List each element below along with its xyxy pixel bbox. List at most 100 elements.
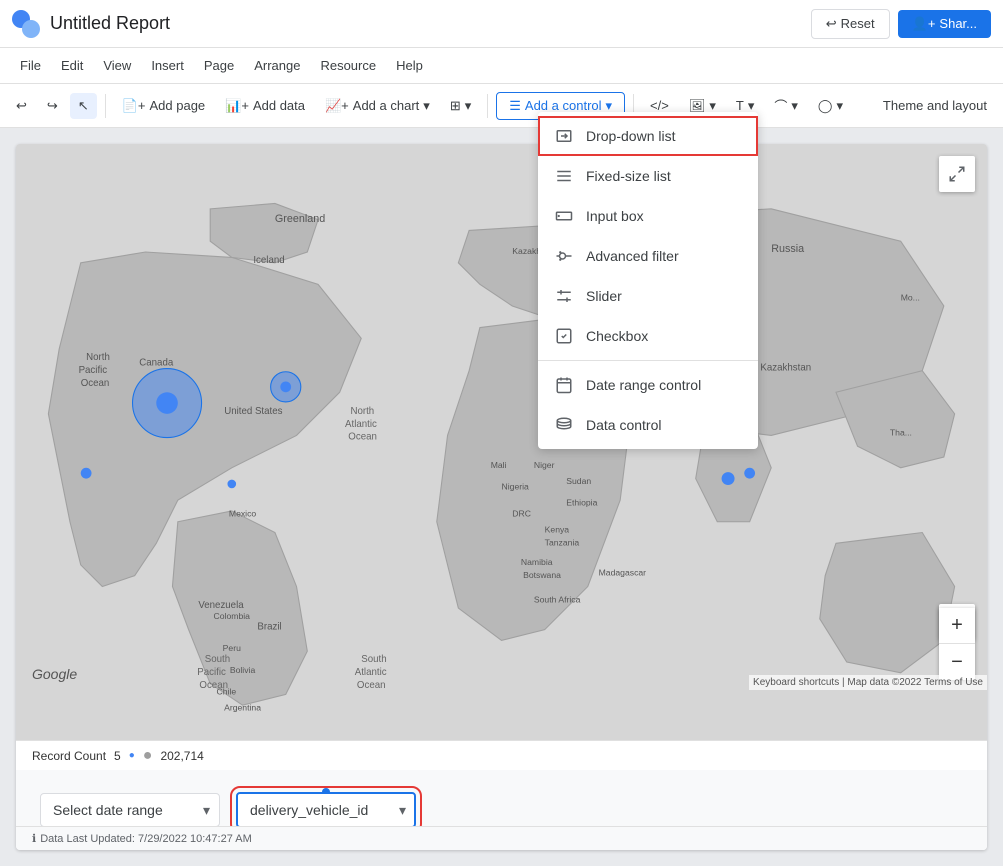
menu-item-dropdown-list[interactable]: Drop-down list (538, 116, 758, 156)
shape2-button[interactable]: ◯ ▾ (810, 93, 851, 119)
record-count-label: Record Count (32, 749, 106, 763)
delivery-control-wrapper: delivery_vehicle_id (236, 792, 416, 828)
fixed-size-list-icon (554, 166, 574, 186)
map-zoom-controls: + − (939, 608, 975, 680)
add-page-button[interactable]: 📄+ Add page (114, 93, 213, 119)
menu-help[interactable]: Help (388, 54, 431, 77)
shape-button[interactable]: ⌒ ▾ (766, 91, 806, 120)
menu-file[interactable]: File (12, 54, 49, 77)
undo-icon: ↩ (16, 98, 27, 114)
svg-text:Pacific: Pacific (79, 365, 108, 376)
menu-item-slider[interactable]: Slider (538, 276, 758, 316)
code-icon: </> (650, 98, 669, 113)
input-box-icon (554, 206, 574, 226)
svg-text:Canada: Canada (139, 357, 174, 368)
svg-text:Sudan: Sudan (566, 476, 591, 486)
shape2-icon: ◯ (818, 98, 833, 114)
menu-page[interactable]: Page (196, 54, 242, 77)
svg-text:United States: United States (224, 406, 282, 417)
share-icon: 👤+ (912, 16, 936, 32)
svg-text:Botswana: Botswana (523, 570, 561, 580)
map-area: Canada United States Mexico Venezuela Co… (16, 144, 987, 770)
input-box-label: Input box (586, 208, 644, 224)
toolbar: ↩ ↪ ↖ 📄+ Add page 📊+ Add data 📈+ Add a c… (0, 84, 1003, 128)
add-chart-icon: 📈+ (325, 98, 349, 114)
svg-text:Ocean: Ocean (357, 680, 386, 691)
cursor-icon: ↖ (78, 98, 89, 114)
svg-text:Ocean: Ocean (199, 680, 228, 691)
fixed-size-list-label: Fixed-size list (586, 168, 671, 184)
reset-icon: ↩ (826, 16, 837, 32)
svg-text:Tha...: Tha... (890, 427, 912, 437)
svg-text:Atlantic: Atlantic (355, 667, 387, 678)
dropdown-list-icon (554, 126, 574, 146)
main-content: Canada United States Mexico Venezuela Co… (0, 128, 1003, 866)
slider-icon (554, 286, 574, 306)
add-component-icon: ⊞ (450, 98, 461, 114)
svg-text:Kenya: Kenya (545, 525, 570, 535)
menu-resource[interactable]: Resource (312, 54, 384, 77)
menu-view[interactable]: View (95, 54, 139, 77)
date-range-select[interactable]: Select date range (40, 793, 220, 827)
date-range-control-label: Date range control (586, 377, 701, 393)
shape2-chevron: ▾ (836, 98, 843, 114)
svg-text:Greenland: Greenland (275, 213, 325, 225)
map-expand-button[interactable] (939, 156, 975, 192)
menu-item-fixed-size-list[interactable]: Fixed-size list (538, 156, 758, 196)
menu-item-input-box[interactable]: Input box (538, 196, 758, 236)
app-logo (12, 10, 40, 38)
delivery-vehicle-control[interactable]: delivery_vehicle_id (236, 792, 416, 828)
checkbox-icon (554, 326, 574, 346)
svg-text:Iceland: Iceland (253, 255, 284, 266)
data-last-updated: Data Last Updated: 7/29/2022 10:47:27 AM (40, 833, 252, 845)
menu-arrange[interactable]: Arrange (246, 54, 308, 77)
report-canvas: Canada United States Mexico Venezuela Co… (16, 144, 987, 850)
add-chart-button[interactable]: 📈+ Add a chart ▾ (317, 93, 438, 119)
add-data-button[interactable]: 📊+ Add data (217, 93, 313, 119)
menu-item-advanced-filter[interactable]: Advanced filter (538, 236, 758, 276)
svg-text:Madagascar: Madagascar (599, 568, 647, 578)
svg-text:Mexico: Mexico (229, 508, 257, 518)
title-bar-actions: ↩ Reset 👤+ Shar... (811, 9, 991, 39)
dropdown-list-label: Drop-down list (586, 128, 675, 144)
select-tool-button[interactable]: ↖ (70, 93, 97, 119)
add-component-button[interactable]: ⊞ ▾ (442, 93, 479, 119)
shape-icon: ⌒ (774, 96, 787, 115)
reset-button[interactable]: ↩ Reset (811, 9, 890, 39)
menu-item-data-control[interactable]: Data control (538, 405, 758, 445)
menu-item-checkbox[interactable]: Checkbox (538, 316, 758, 356)
menu-insert[interactable]: Insert (143, 54, 192, 77)
svg-text:Namibia: Namibia (521, 557, 553, 567)
svg-text:Mali: Mali (491, 460, 507, 470)
toolbar-divider-2 (487, 94, 488, 118)
svg-text:North: North (86, 352, 110, 363)
undo-button[interactable]: ↩ (8, 93, 35, 119)
svg-text:Kazakhstan: Kazakhstan (760, 363, 811, 374)
redo-icon: ↪ (47, 98, 58, 114)
map-legend: Record Count 5 ● ● 202,714 (16, 740, 987, 770)
svg-text:Peru: Peru (223, 643, 241, 653)
slider-label: Slider (586, 288, 622, 304)
shape-chevron: ▾ (791, 98, 798, 114)
redo-button[interactable]: ↪ (39, 93, 66, 119)
share-button[interactable]: 👤+ Shar... (898, 10, 991, 38)
svg-text:Ocean: Ocean (81, 378, 110, 389)
svg-text:Russia: Russia (771, 243, 804, 255)
add-page-icon: 📄+ (122, 98, 146, 114)
svg-text:Ocean: Ocean (348, 432, 377, 443)
svg-text:South: South (361, 654, 386, 665)
data-control-icon (554, 415, 574, 435)
advanced-filter-label: Advanced filter (586, 248, 679, 264)
menu-item-date-range-control[interactable]: Date range control (538, 365, 758, 405)
menu-bar: File Edit View Insert Page Arrange Resou… (0, 48, 1003, 84)
svg-text:Atlantic: Atlantic (345, 419, 377, 430)
add-chart-chevron: ▾ (423, 98, 430, 114)
menu-edit[interactable]: Edit (53, 54, 91, 77)
date-range-icon (554, 375, 574, 395)
data-status-icon: ℹ (32, 832, 36, 845)
bullet-large: ● (143, 747, 153, 765)
zoom-in-button[interactable]: + (939, 608, 975, 644)
svg-text:Argentina: Argentina (224, 703, 261, 713)
svg-text:Brazil: Brazil (257, 622, 281, 633)
theme-layout-button[interactable]: Theme and layout (875, 93, 995, 118)
